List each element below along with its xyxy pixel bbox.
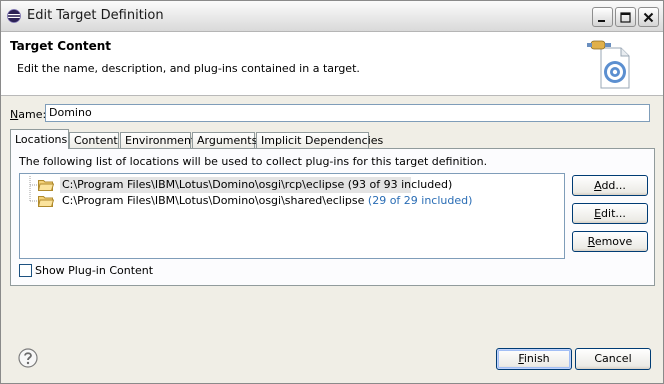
- cancel-button[interactable]: Cancel: [575, 348, 651, 370]
- locations-panel: The following list of locations will be …: [10, 148, 655, 286]
- header-banner: Target Content Edit the name, descriptio…: [1, 32, 663, 96]
- help-icon[interactable]: [18, 348, 38, 368]
- tab-content[interactable]: Content: [69, 132, 119, 148]
- close-button[interactable]: [638, 7, 659, 27]
- name-label: Name:: [10, 108, 47, 121]
- tab-environment[interactable]: Environment: [120, 132, 195, 148]
- location-text: C:\Program Files\IBM\Lotus\Domino\osgi\s…: [62, 194, 473, 207]
- finish-button[interactable]: Finish: [496, 348, 572, 370]
- close-icon: [643, 12, 654, 22]
- maximize-icon: [620, 11, 631, 23]
- eclipse-icon: [7, 9, 21, 23]
- target-definition-icon: [587, 40, 630, 89]
- remove-button[interactable]: Remove: [572, 231, 648, 252]
- banner-description: Edit the name, description, and plug-ins…: [17, 62, 360, 75]
- window-title: Edit Target Definition: [27, 8, 164, 23]
- tab-locations[interactable]: Locations: [10, 129, 69, 149]
- minimize-icon: [598, 19, 605, 22]
- maximize-button[interactable]: [615, 7, 636, 27]
- dialog-window: Edit Target Definition Target Content Ed…: [0, 0, 664, 384]
- locations-description: The following list of locations will be …: [19, 155, 488, 168]
- minimize-button[interactable]: [592, 7, 613, 27]
- edit-button[interactable]: Edit...: [572, 203, 648, 224]
- locations-list[interactable]: C:\Program Files\IBM\Lotus\Domino\osgi\r…: [19, 173, 565, 259]
- show-plugin-content-label: Show Plug-in Content: [35, 264, 154, 277]
- folder-icon: [38, 180, 54, 191]
- add-button[interactable]: Add...: [572, 175, 648, 196]
- included-count: (29 of 29 included): [367, 194, 473, 207]
- folder-icon: [38, 196, 54, 207]
- name-input[interactable]: Domino: [45, 104, 650, 122]
- tab-implicit-dependencies[interactable]: Implicit Dependencies: [256, 132, 383, 148]
- list-item[interactable]: C:\Program Files\IBM\Lotus\Domino\osgi\s…: [22, 192, 472, 210]
- show-plugin-content-checkbox[interactable]: [19, 264, 32, 277]
- tab-arguments[interactable]: Arguments: [192, 132, 257, 148]
- title-bar[interactable]: Edit Target Definition: [1, 1, 663, 32]
- banner-title: Target Content: [10, 39, 112, 53]
- tree-connector-icon: [29, 192, 38, 202]
